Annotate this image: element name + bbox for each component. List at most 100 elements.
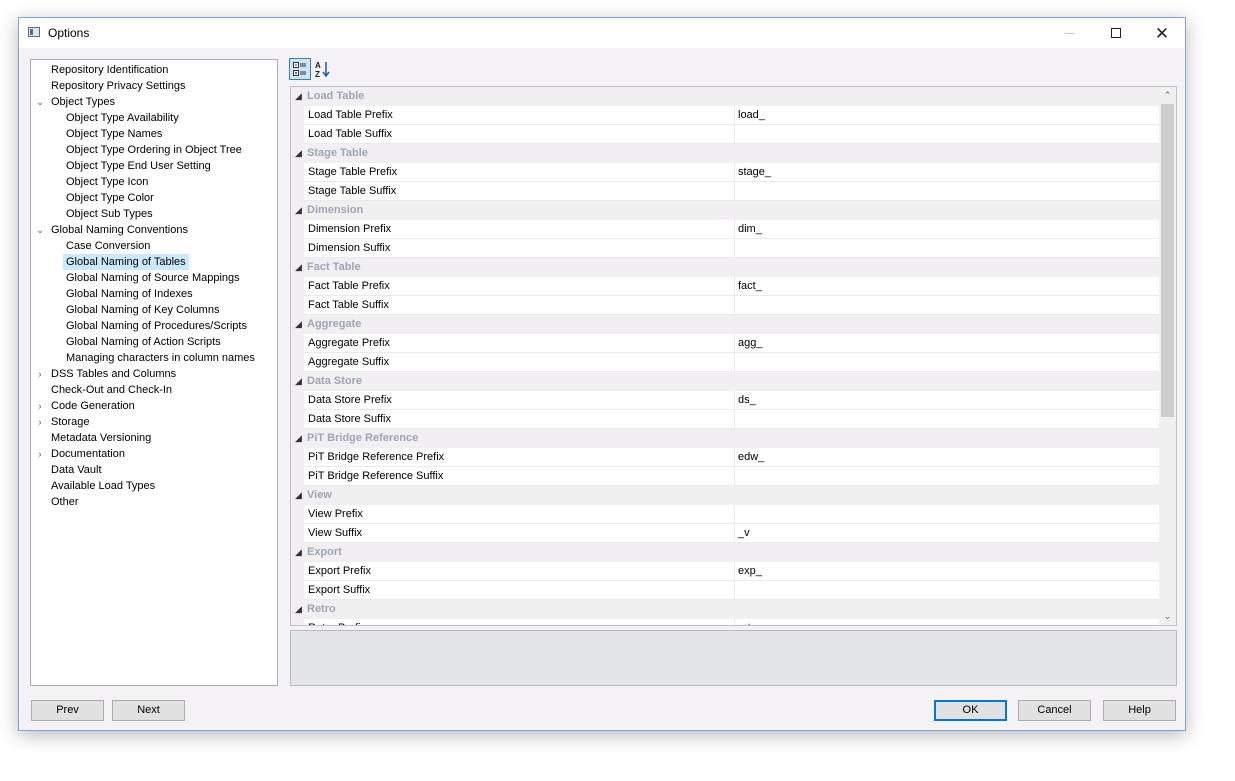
property-row[interactable]: Aggregate Suffix <box>291 353 1159 372</box>
chevron-right-icon[interactable]: › <box>35 446 45 462</box>
property-value[interactable]: _v <box>738 524 750 543</box>
tree-item[interactable]: Metadata Versioning <box>48 430 154 446</box>
tree-item[interactable]: Check-Out and Check-In <box>48 382 175 398</box>
tree-item[interactable]: Object Type Ordering in Object Tree <box>63 142 245 158</box>
category-row[interactable]: ◢ PiT Bridge Reference <box>291 429 1159 448</box>
chevron-right-icon[interactable]: › <box>35 398 45 414</box>
ok-button[interactable]: OK <box>934 700 1007 721</box>
next-button[interactable]: Next <box>112 700 185 721</box>
tree-item[interactable]: Object Type Icon <box>63 174 151 190</box>
collapse-triangle-icon[interactable]: ◢ <box>295 144 302 163</box>
category-row[interactable]: ◢ Stage Table <box>291 144 1159 163</box>
tree-item[interactable]: Object Type Names <box>63 126 165 142</box>
property-value[interactable]: exp_ <box>738 562 762 581</box>
tree-item[interactable]: Object Type Color <box>63 190 157 206</box>
property-value[interactable]: load_ <box>738 106 765 125</box>
property-value[interactable]: ds_ <box>738 391 756 410</box>
property-row[interactable]: Load Table Suffix <box>291 125 1159 144</box>
categorized-view-button[interactable] <box>289 58 311 80</box>
property-value[interactable]: fact_ <box>738 277 762 296</box>
tree-item[interactable]: Data Vault <box>48 462 105 478</box>
property-row[interactable]: Fact Table Suffix <box>291 296 1159 315</box>
property-grid-scrollbar[interactable]: ⌃ ⌄ <box>1159 87 1176 625</box>
category-row[interactable]: ◢ Fact Table <box>291 258 1159 277</box>
tree-item[interactable]: Repository Identification <box>48 62 171 78</box>
property-row[interactable]: Export Prefix exp_ <box>291 562 1159 581</box>
tree-item[interactable]: Code Generation <box>48 398 138 414</box>
collapse-triangle-icon[interactable]: ◢ <box>295 258 302 277</box>
tree-item[interactable]: Global Naming of Indexes <box>63 286 196 302</box>
scroll-thumb[interactable] <box>1161 104 1174 417</box>
tree-item[interactable]: Managing characters in column names <box>63 350 258 366</box>
property-row[interactable]: Export Suffix <box>291 581 1159 600</box>
property-row[interactable]: Fact Table Prefix fact_ <box>291 277 1159 296</box>
property-row[interactable]: Load Table Prefix load_ <box>291 106 1159 125</box>
property-grid[interactable]: ◢ Load Table Load Table Prefix load_ Load Ta… <box>290 86 1177 626</box>
collapse-triangle-icon[interactable]: ◢ <box>295 372 302 391</box>
tree-item[interactable]: Object Sub Types <box>63 206 156 222</box>
tree-item[interactable]: Object Type End User Setting <box>63 158 214 174</box>
collapse-triangle-icon[interactable]: ◢ <box>295 315 302 334</box>
tree-item[interactable]: Available Load Types <box>48 478 158 494</box>
category-row[interactable]: ◢ Load Table <box>291 87 1159 106</box>
property-row[interactable]: View Suffix _v <box>291 524 1159 543</box>
collapse-triangle-icon[interactable]: ◢ <box>295 543 302 562</box>
tree-item[interactable]: Case Conversion <box>63 238 153 254</box>
tree-item[interactable]: Global Naming Conventions <box>48 222 191 238</box>
property-row[interactable]: View Prefix <box>291 505 1159 524</box>
prev-button[interactable]: Prev <box>31 700 104 721</box>
category-row[interactable]: ◢ Data Store <box>291 372 1159 391</box>
property-row[interactable]: Stage Table Prefix stage_ <box>291 163 1159 182</box>
options-tree[interactable]: Repository Identification Repository Priv… <box>30 59 278 686</box>
chevron-down-icon[interactable]: ⌄ <box>35 222 45 238</box>
collapse-triangle-icon[interactable]: ◢ <box>295 486 302 505</box>
property-row[interactable]: PiT Bridge Reference Prefix edw_ <box>291 448 1159 467</box>
property-row[interactable]: Data Store Suffix <box>291 410 1159 429</box>
category-row[interactable]: ◢ Dimension <box>291 201 1159 220</box>
property-row[interactable]: Aggregate Prefix agg_ <box>291 334 1159 353</box>
property-row[interactable]: Stage Table Suffix <box>291 182 1159 201</box>
collapse-triangle-icon[interactable]: ◢ <box>295 429 302 448</box>
tree-item[interactable]: Global Naming of Action Scripts <box>63 334 224 350</box>
scroll-down-icon[interactable]: ⌄ <box>1159 608 1176 625</box>
chevron-down-icon[interactable]: ⌄ <box>35 94 45 110</box>
help-button[interactable]: Help <box>1103 700 1176 721</box>
tree-item[interactable]: Global Naming of Key Columns <box>63 302 222 318</box>
tree-item[interactable]: Storage <box>48 414 93 430</box>
tree-item[interactable]: Other <box>48 494 82 510</box>
property-value[interactable]: ret_ <box>738 619 757 625</box>
minimize-button[interactable] <box>1047 18 1093 48</box>
tree-item[interactable]: Documentation <box>48 446 128 462</box>
alphabetical-sort-button[interactable]: A Z <box>312 58 334 80</box>
property-value[interactable]: dim_ <box>738 220 762 239</box>
tree-item[interactable]: DSS Tables and Columns <box>48 366 179 382</box>
category-row[interactable]: ◢ View <box>291 486 1159 505</box>
maximize-button[interactable] <box>1093 18 1139 48</box>
tree-item[interactable]: Object Type Availability <box>63 110 182 126</box>
tree-item[interactable]: Global Naming of Source Mappings <box>63 270 243 286</box>
property-row[interactable]: PiT Bridge Reference Suffix <box>291 467 1159 486</box>
tree-item[interactable]: Object Types <box>48 94 118 110</box>
collapse-triangle-icon[interactable]: ◢ <box>295 600 302 619</box>
category-row[interactable]: ◢ Retro <box>291 600 1159 619</box>
chevron-right-icon[interactable]: › <box>35 366 45 382</box>
category-row[interactable]: ◢ Export <box>291 543 1159 562</box>
collapse-triangle-icon[interactable]: ◢ <box>295 201 302 220</box>
tree-item[interactable]: Global Naming of Procedures/Scripts <box>63 318 250 334</box>
property-row[interactable]: Data Store Prefix ds_ <box>291 391 1159 410</box>
property-value[interactable]: stage_ <box>738 163 771 182</box>
property-row[interactable]: Dimension Suffix <box>291 239 1159 258</box>
collapse-triangle-icon[interactable]: ◢ <box>295 87 302 106</box>
category-row[interactable]: ◢ Aggregate <box>291 315 1159 334</box>
property-row[interactable]: Retro Prefix ret_ <box>291 619 1159 625</box>
property-value[interactable]: edw_ <box>738 448 764 467</box>
tree-item[interactable]: Repository Privacy Settings <box>48 78 189 94</box>
chevron-right-icon[interactable]: › <box>35 414 45 430</box>
property-value[interactable]: agg_ <box>738 334 762 353</box>
close-button[interactable]: ✕ <box>1139 18 1185 48</box>
options-dialog: Options ✕ Repository Identification Repos… <box>18 17 1186 731</box>
cancel-button[interactable]: Cancel <box>1018 700 1091 721</box>
scroll-up-icon[interactable]: ⌃ <box>1159 87 1176 104</box>
tree-item[interactable]: Global Naming of Tables <box>63 254 189 270</box>
property-row[interactable]: Dimension Prefix dim_ <box>291 220 1159 239</box>
